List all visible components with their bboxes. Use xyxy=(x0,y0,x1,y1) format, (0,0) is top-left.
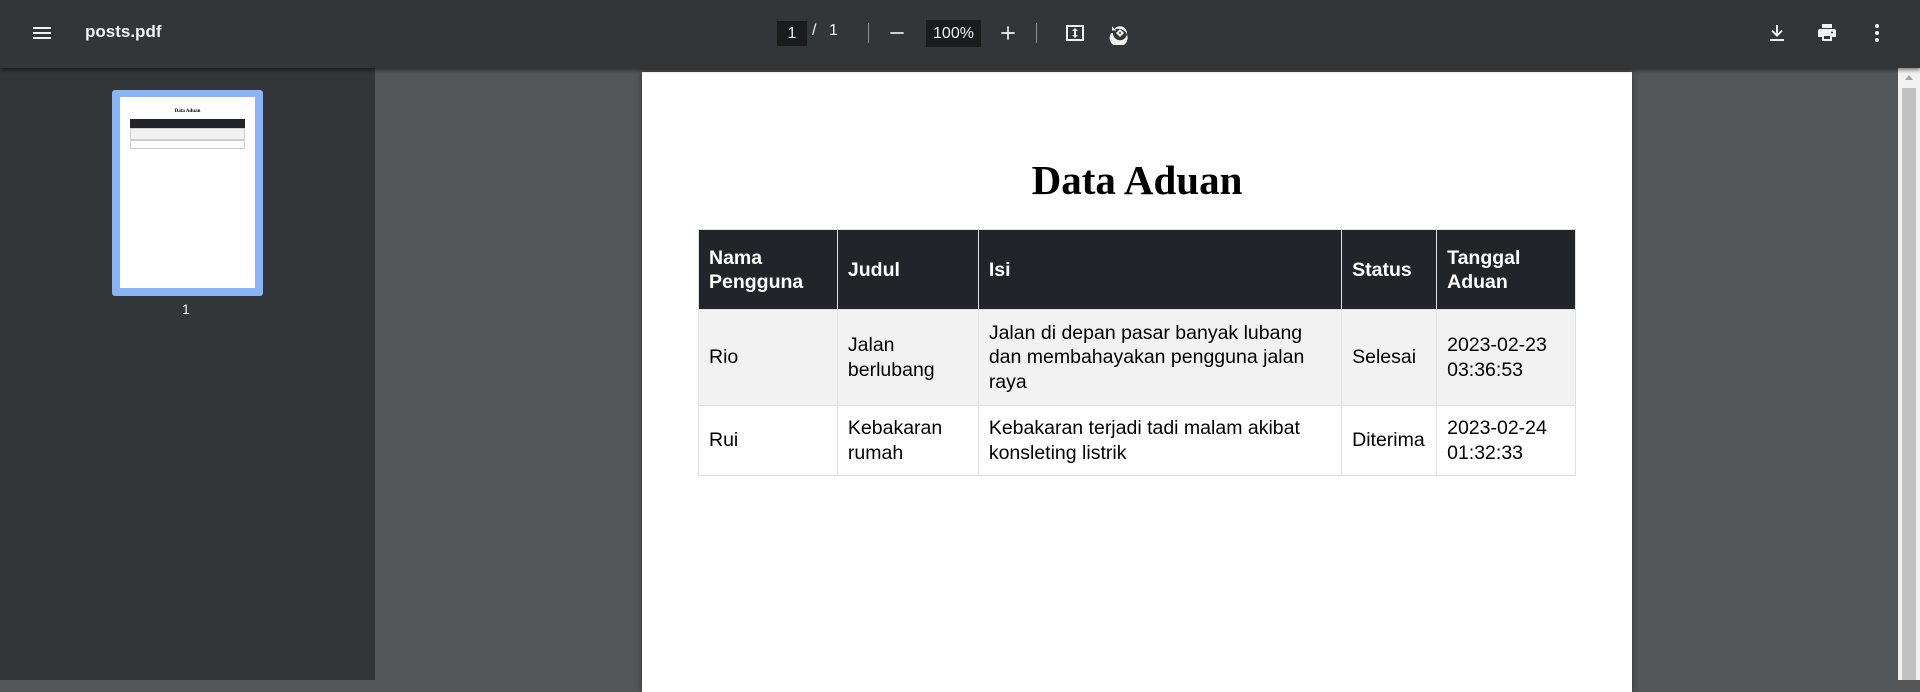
file-title: posts.pdf xyxy=(85,22,162,41)
pdf-toolbar: posts.pdf 1 / 1 100% xyxy=(0,0,1920,68)
table-cell: Rui xyxy=(698,405,838,476)
menu-icon[interactable] xyxy=(22,13,62,53)
zoom-level-input[interactable]: 100% xyxy=(926,20,981,47)
zoom-out-icon[interactable] xyxy=(877,13,917,53)
page-total: 1 xyxy=(829,22,838,39)
table-cell: Rio xyxy=(698,309,838,406)
toolbar-divider xyxy=(868,23,869,43)
download-icon[interactable] xyxy=(1757,13,1797,53)
table-cell: 2023-02-23 03:36:53 xyxy=(1436,309,1576,406)
column-header: Judul xyxy=(836,229,979,310)
document-title: Data Aduan xyxy=(1031,157,1243,203)
scroll-up-arrow-icon[interactable] xyxy=(1898,68,1920,86)
zoom-in-icon[interactable] xyxy=(988,13,1028,53)
pdf-page: Data Aduan Nama Pengguna Judul Isi Statu… xyxy=(642,72,1632,692)
column-header: Status xyxy=(1341,229,1438,310)
table-cell: Diterima xyxy=(1341,405,1438,476)
thumbnail-table-row xyxy=(130,140,245,149)
thumbnail-page-label: 1 xyxy=(182,301,190,317)
table-cell: Kebakaran terjadi tadi malam akibat kons… xyxy=(977,405,1343,476)
column-header: Nama Pengguna xyxy=(698,229,838,310)
table-cell: 2023-02-24 01:32:33 xyxy=(1436,405,1576,476)
table-row: Rui Kebakaran rumah Kebakaran terjadi ta… xyxy=(698,405,1576,476)
fit-page-icon[interactable] xyxy=(1055,13,1095,53)
column-header: Tanggal Aduan xyxy=(1436,229,1576,310)
table-cell: Jalan berlubang xyxy=(836,309,979,406)
column-header: Isi xyxy=(977,229,1343,310)
thumbnail-table-row xyxy=(130,128,245,140)
thumbnail-table-header xyxy=(130,119,245,128)
vertical-scrollbar[interactable] xyxy=(1898,68,1920,680)
toolbar-divider xyxy=(1036,23,1037,43)
print-icon[interactable] xyxy=(1807,13,1847,53)
table-cell: Jalan di depan pasar banyak lubang dan m… xyxy=(977,309,1343,406)
page-separator: / xyxy=(812,22,817,39)
table-row: Rio Jalan berlubang Jalan di depan pasar… xyxy=(698,309,1576,406)
complaints-table: Nama Pengguna Judul Isi Status Tanggal A… xyxy=(698,229,1576,476)
thumbnail-title: Data Aduan xyxy=(174,109,201,114)
rotate-icon[interactable] xyxy=(1100,13,1140,53)
page-thumbnail[interactable]: Data Aduan xyxy=(120,97,255,288)
scrollbar-thumb[interactable] xyxy=(1902,88,1916,680)
page-number-input[interactable]: 1 xyxy=(777,21,807,46)
table-header-row: Nama Pengguna Judul Isi Status Tanggal A… xyxy=(698,229,1576,310)
table-cell: Kebakaran rumah xyxy=(836,405,979,476)
table-cell: Selesai xyxy=(1341,309,1438,406)
more-vert-icon[interactable] xyxy=(1857,13,1897,53)
